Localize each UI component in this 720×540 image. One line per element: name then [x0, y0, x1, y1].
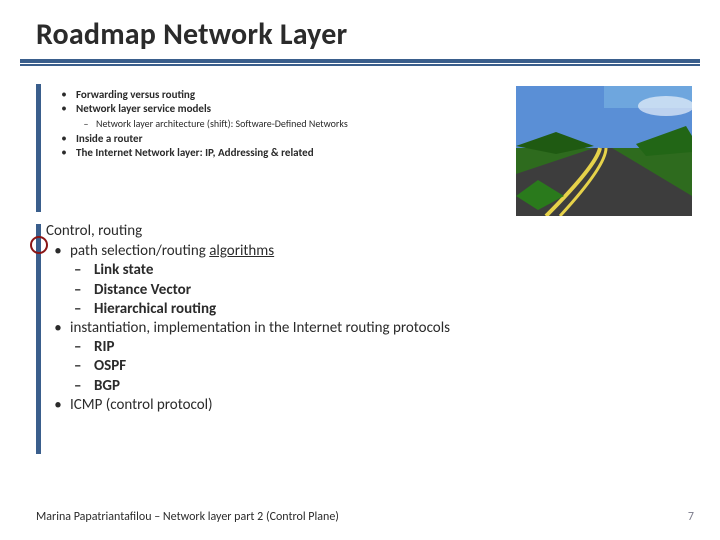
title-rule-thick — [20, 59, 700, 63]
dash-icon: – — [70, 338, 94, 357]
upper-sub: Network layer architecture (shift): Soft… — [96, 117, 348, 130]
section-heading: Control, routing — [46, 222, 526, 241]
lower-item-2: instantiation, implementation in the Int… — [70, 319, 450, 338]
sub-distance-vector: Distance Vector — [94, 281, 191, 300]
sub-link-state: Link state — [94, 261, 153, 280]
left-accent-bar-1 — [36, 84, 41, 212]
dash-icon: – — [70, 377, 94, 396]
list-item: •The Internet Network layer: IP, Address… — [52, 146, 472, 159]
left-accent-bar-2 — [36, 224, 41, 454]
list-subitem: –Network layer architecture (shift): Sof… — [76, 117, 472, 130]
list-subitem: –OSPF — [70, 357, 526, 376]
dash-icon: – — [70, 300, 94, 319]
bullet-dot-icon: • — [52, 88, 76, 101]
bullet-dot-icon: • — [52, 146, 76, 159]
upper-item-1: Forwarding versus routing — [76, 88, 195, 101]
list-item: •ICMP (control protocol) — [46, 396, 526, 415]
list-subitem: –RIP — [70, 338, 526, 357]
list-subitem: –Link state — [70, 261, 526, 280]
bullet-dot-icon: • — [52, 102, 76, 115]
sub-hierarchical: Hierarchical routing — [94, 300, 216, 319]
list-item: •Inside a router — [52, 132, 472, 145]
bullet-dot-icon: • — [52, 132, 76, 145]
list-item: •Network layer service models — [52, 102, 472, 115]
lower-item-1: path selection/routing algorithms — [70, 242, 274, 261]
lower-bullet-block: Control, routing •path selection/routing… — [46, 222, 526, 415]
list-item: •instantiation, implementation in the In… — [46, 319, 526, 338]
list-item: •Forwarding versus routing — [52, 88, 472, 101]
bullet-dot-icon: • — [46, 242, 70, 261]
bullet-dot-icon: • — [46, 319, 70, 338]
dash-icon: – — [70, 357, 94, 376]
dash-icon: – — [76, 117, 96, 130]
bullet-dot-icon: • — [46, 396, 70, 415]
upper-bullet-block: •Forwarding versus routing •Network laye… — [52, 88, 472, 160]
list-subitem: –BGP — [70, 377, 526, 396]
sub-rip: RIP — [94, 338, 114, 357]
sub-ospf: OSPF — [94, 357, 126, 376]
list-item: •path selection/routing algorithms — [46, 242, 526, 261]
footer-text: Marina Papatriantafilou – Network layer … — [36, 510, 339, 524]
road-image — [516, 86, 692, 216]
list-subitem: –Hierarchical routing — [70, 300, 526, 319]
lower-item-3: ICMP (control protocol) — [70, 396, 213, 415]
upper-item-4: The Internet Network layer: IP, Addressi… — [76, 146, 314, 159]
title-rule-thin — [20, 64, 700, 66]
dash-icon: – — [70, 281, 94, 300]
upper-item-2: Network layer service models — [76, 102, 211, 115]
list-subitem: –Distance Vector — [70, 281, 526, 300]
sub-bgp: BGP — [94, 377, 120, 396]
page-number: 7 — [688, 510, 694, 524]
dash-icon: – — [70, 261, 94, 280]
upper-item-3: Inside a router — [76, 132, 143, 145]
slide-title: Roadmap Network Layer — [0, 0, 720, 57]
